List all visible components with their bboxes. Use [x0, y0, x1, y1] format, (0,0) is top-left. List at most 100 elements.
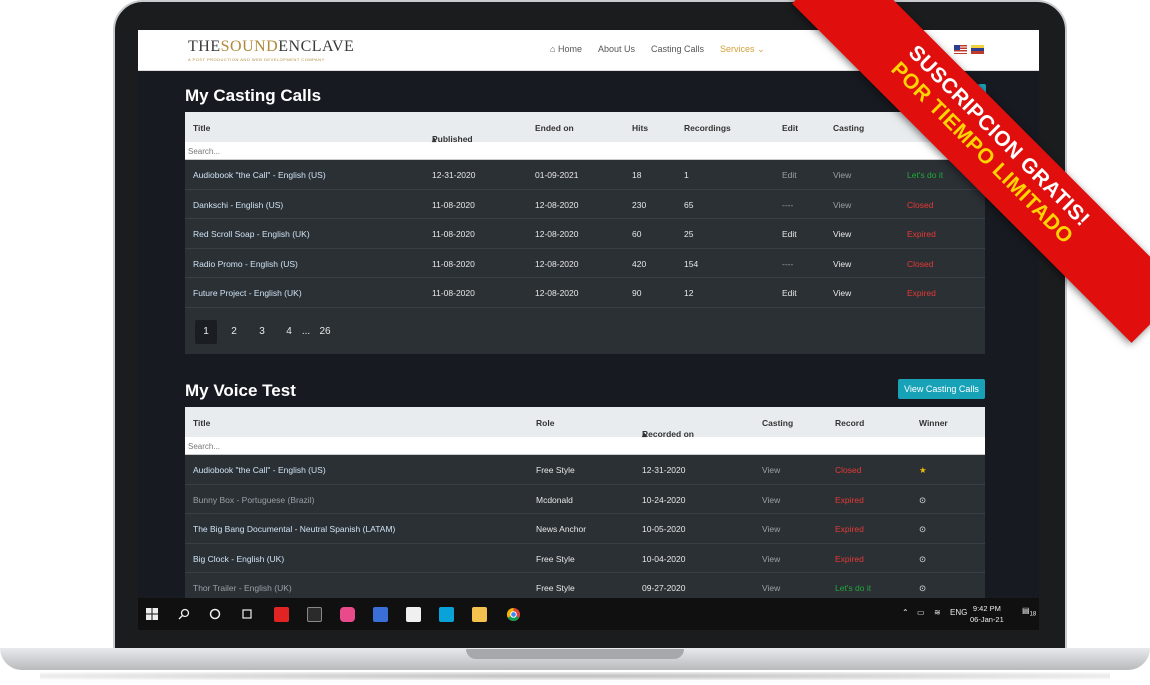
row-status: Expired	[907, 288, 936, 298]
row-role: Free Style	[536, 553, 575, 564]
circle-dot-icon: ⊙	[919, 524, 927, 534]
header-role[interactable]: Role	[536, 418, 554, 428]
language-indicator[interactable]: ENG	[950, 608, 967, 617]
wifi-icon[interactable]: ≋	[934, 608, 941, 617]
row-view-link[interactable]: View	[833, 288, 851, 298]
row-hits: 18	[632, 170, 642, 180]
row-title[interactable]: Red Scroll Soap - English (UK)	[193, 229, 310, 239]
chevron-up-icon[interactable]: ⌃	[902, 608, 909, 617]
row-view-link[interactable]: View	[762, 524, 780, 534]
row-status: Closed	[907, 199, 934, 210]
row-recordings: 1	[684, 170, 689, 180]
row-title[interactable]: Future Project - English (UK)	[193, 288, 302, 298]
row-edit-link[interactable]: Edit	[782, 288, 797, 298]
row-title[interactable]: Audiobook "the Call" - English (US)	[193, 170, 326, 180]
row-view-link[interactable]: View	[762, 465, 780, 475]
row-title[interactable]: The Big Bang Documental - Neutral Spanis…	[193, 524, 395, 534]
row-title[interactable]: Thor Trailer - English (UK)	[193, 583, 292, 593]
header-casting: Casting	[762, 418, 794, 428]
row-recorded: 10-04-2020	[642, 553, 686, 564]
row-title[interactable]: Bunny Box - Portuguese (Brazil)	[193, 495, 314, 505]
page-26[interactable]: 26	[314, 320, 336, 344]
row-record-status: Expired	[835, 494, 864, 505]
task-view-icon[interactable]	[239, 606, 255, 622]
site-logo[interactable]: THESOUNDENCLAVE A POST PRODUCTION AND WE…	[188, 38, 354, 62]
row-recordings: 154	[684, 258, 699, 269]
header-hits[interactable]: Hits	[632, 123, 648, 133]
row-title[interactable]: Radio Promo - English (US)	[193, 259, 298, 269]
file-explorer-icon[interactable]	[471, 606, 487, 622]
flag-us-icon[interactable]	[954, 45, 967, 54]
header-casting: Casting	[833, 123, 865, 133]
nav-casting-calls[interactable]: Casting Calls	[651, 44, 704, 55]
row-view-link[interactable]: View	[762, 583, 780, 593]
app-cyan-icon[interactable]	[438, 606, 454, 622]
windows-start-icon[interactable]	[144, 606, 160, 622]
table-row: Audiobook "the Call" - English (US) 12-3…	[185, 160, 985, 190]
page-2[interactable]: 2	[223, 320, 245, 344]
app-pink-icon[interactable]	[339, 606, 355, 622]
row-status: Closed	[907, 258, 934, 269]
taskbar: ⌃ ▭ ≋ ENG 9:42 PM 06-Jan-21 ▤18	[138, 598, 1039, 630]
cortana-icon[interactable]	[207, 606, 223, 622]
row-role: Free Style	[536, 465, 575, 475]
row-title[interactable]: Audiobook "the Call" - English (US)	[193, 465, 326, 475]
table-row: Future Project - English (UK) 11-08-2020…	[185, 278, 985, 308]
row-ended: 12-08-2020	[535, 258, 579, 269]
row-view-link[interactable]: View	[762, 495, 780, 505]
circle-dot-icon: ⊙	[919, 553, 927, 564]
language-switcher	[954, 45, 984, 54]
row-published: 11-08-2020	[432, 288, 475, 298]
notification-icon[interactable]: ▤18	[1022, 606, 1036, 618]
header-title[interactable]: Title	[193, 418, 210, 428]
page-1[interactable]: 1	[195, 319, 217, 344]
header-ended-on[interactable]: Ended on	[535, 123, 574, 133]
view-casting-calls-button[interactable]: View Casting Calls	[898, 379, 985, 399]
code-editor-icon[interactable]	[405, 606, 421, 622]
row-hits: 420	[632, 258, 647, 269]
row-view-link[interactable]: View	[833, 259, 851, 269]
nav-about[interactable]: About Us	[598, 44, 635, 55]
chrome-icon[interactable]	[505, 606, 521, 622]
row-recorded: 12-31-2020	[642, 465, 686, 475]
row-view-link[interactable]: View	[833, 170, 851, 180]
nav-home[interactable]: ⌂ Home	[550, 44, 582, 55]
row-recorded: 09-27-2020	[642, 583, 686, 593]
row-record-status: Closed	[835, 465, 862, 475]
terminal-icon[interactable]	[306, 606, 322, 622]
laptop-notch	[466, 649, 684, 659]
calculator-icon[interactable]	[372, 606, 388, 622]
row-role: Free Style	[536, 583, 575, 593]
row-edit-link[interactable]: Edit	[782, 170, 797, 180]
row-view-link[interactable]: View	[762, 554, 780, 564]
row-published: 12-31-2020	[432, 170, 476, 180]
chevron-down-icon: ⌄	[757, 44, 765, 54]
header-record: Record	[835, 418, 865, 428]
system-clock[interactable]: 9:42 PM 06-Jan-21	[970, 603, 1004, 625]
search-icon[interactable]	[176, 606, 192, 622]
row-view-link[interactable]: View	[833, 229, 851, 239]
screen: THESOUNDENCLAVE A POST PRODUCTION AND WE…	[138, 30, 1039, 630]
flag-venezuela-icon[interactable]	[971, 45, 984, 54]
row-title[interactable]: Big Clock - English (UK)	[193, 554, 284, 564]
row-title[interactable]: Dankschi - English (US)	[193, 200, 283, 210]
search-input[interactable]: Search...	[185, 437, 985, 455]
header-title[interactable]: Title	[193, 123, 210, 133]
row-status[interactable]: Let's do it	[907, 170, 943, 180]
row-role: Mcdonald	[536, 494, 573, 505]
row-edit-link[interactable]: Edit	[782, 229, 797, 239]
circle-dot-icon: ⊙	[919, 583, 927, 593]
row-ended: 12-08-2020	[535, 229, 579, 239]
battery-icon[interactable]: ▭	[917, 608, 925, 617]
row-hits: 230	[632, 199, 647, 210]
row-record-status[interactable]: Let's do it	[835, 583, 871, 593]
search-input[interactable]: Search...	[185, 142, 985, 160]
row-view-link[interactable]: View	[833, 200, 851, 210]
header-recordings[interactable]: Recordings	[684, 123, 731, 133]
circle-dot-icon: ⊙	[919, 494, 927, 505]
app-red-icon[interactable]	[273, 606, 289, 622]
nav-services[interactable]: Services ⌄	[720, 44, 765, 55]
page-3[interactable]: 3	[251, 320, 273, 344]
row-hits: 60	[632, 229, 642, 239]
row-recorded: 10-24-2020	[642, 494, 686, 505]
